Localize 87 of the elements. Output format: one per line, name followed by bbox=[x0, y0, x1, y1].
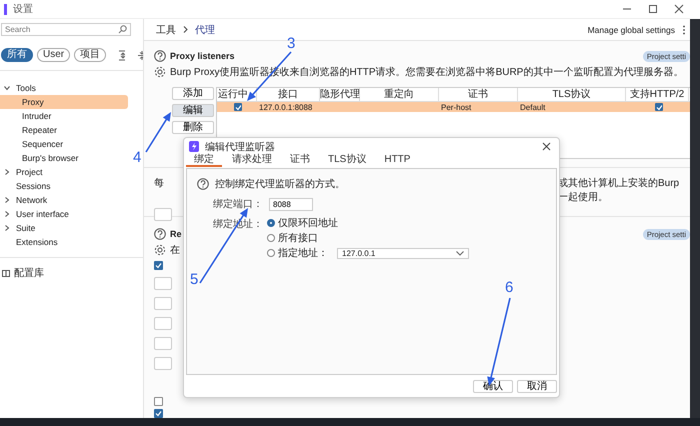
column-header[interactable]: 支持HTTP/2 bbox=[626, 88, 689, 101]
input-field[interactable] bbox=[154, 277, 172, 290]
tree-item[interactable]: Project bbox=[0, 165, 128, 179]
annotation-number: 4 bbox=[133, 150, 142, 165]
column-header[interactable]: 隐形代理 bbox=[320, 88, 360, 101]
annotation-number: 5 bbox=[190, 272, 198, 287]
settings-icon[interactable] bbox=[154, 66, 166, 78]
annotation-number: 3 bbox=[287, 36, 296, 51]
tree-item[interactable]: User interface bbox=[0, 207, 128, 221]
column-header[interactable]: TLS协议 bbox=[518, 88, 626, 101]
column-header[interactable]: 重定向 bbox=[360, 88, 439, 101]
help-icon[interactable] bbox=[197, 178, 209, 190]
input-field[interactable] bbox=[154, 297, 172, 310]
more-icon[interactable] bbox=[682, 24, 686, 34]
annotation-arrow bbox=[145, 112, 171, 152]
section-title: Re bbox=[170, 229, 182, 239]
checkbox[interactable] bbox=[154, 397, 163, 406]
tree-item[interactable]: Repeater bbox=[0, 123, 128, 137]
filter-pill[interactable]: 项目 bbox=[74, 48, 106, 62]
input-field[interactable] bbox=[154, 208, 172, 221]
tab[interactable]: HTTP bbox=[376, 155, 418, 167]
listener-button[interactable]: 编辑 bbox=[172, 104, 214, 117]
checkbox[interactable] bbox=[654, 103, 662, 111]
checkbox[interactable] bbox=[154, 261, 163, 270]
radio-button[interactable] bbox=[267, 219, 275, 227]
library-label[interactable]: 配置库 bbox=[14, 266, 44, 280]
tab[interactable]: 请求处理 bbox=[224, 155, 280, 167]
table-cell-text: Per-host bbox=[440, 102, 472, 112]
listener-button[interactable]: 添加 bbox=[172, 87, 214, 100]
input-field[interactable] bbox=[154, 357, 172, 370]
library-icon bbox=[2, 269, 10, 277]
close-icon[interactable] bbox=[674, 4, 684, 14]
listener-button[interactable]: 删除 bbox=[172, 121, 214, 134]
tree-item[interactable]: Network bbox=[0, 193, 128, 207]
section-description: 每 bbox=[154, 177, 164, 190]
help-icon[interactable] bbox=[154, 228, 166, 240]
address-dropdown[interactable]: 127.0.0.1 bbox=[337, 248, 469, 258]
window-title: 设置 bbox=[13, 2, 33, 16]
collapse-all-icon[interactable] bbox=[136, 50, 143, 60]
dialog-button[interactable]: 取消 bbox=[517, 380, 557, 392]
input-field[interactable] bbox=[154, 337, 172, 350]
settings-icon[interactable] bbox=[154, 244, 166, 256]
expand-all-icon[interactable] bbox=[118, 50, 125, 60]
radio-button[interactable] bbox=[267, 249, 275, 257]
chevron-icon bbox=[183, 26, 188, 33]
section-title: Proxy listeners bbox=[170, 51, 235, 61]
checkbox[interactable] bbox=[154, 409, 163, 418]
lightning-icon bbox=[189, 141, 199, 152]
tree-item[interactable]: Sequencer bbox=[0, 137, 128, 151]
search-icon bbox=[118, 25, 127, 34]
tree-item[interactable]: Tools bbox=[0, 81, 128, 95]
search-field[interactable]: Search bbox=[1, 23, 131, 36]
column-header[interactable]: 证书 bbox=[439, 88, 518, 101]
table-row[interactable]: 127.0.0.1:8088 Per-host Default bbox=[217, 102, 690, 112]
section-description: 在 bbox=[170, 244, 180, 257]
table-cell-text: Default bbox=[519, 102, 546, 112]
table-cell-text: 127.0.0.1:8088 bbox=[258, 102, 314, 112]
radio-label[interactable]: 所有接口 bbox=[278, 231, 318, 245]
column-header[interactable]: 接口 bbox=[257, 88, 320, 101]
port-field[interactable]: 8088 bbox=[269, 198, 313, 210]
tree-item[interactable]: Extensions bbox=[0, 235, 128, 249]
filter-pill[interactable]: User bbox=[37, 48, 70, 62]
tree-item[interactable]: Sessions bbox=[0, 179, 128, 193]
tree-item[interactable]: Burp's browser bbox=[0, 151, 128, 165]
annotation-number: 6 bbox=[505, 280, 514, 295]
tree-item[interactable]: Proxy bbox=[0, 95, 128, 109]
tab[interactable]: TLS协议 bbox=[320, 155, 374, 167]
tab[interactable]: 证书 bbox=[282, 155, 318, 167]
chevron-down-icon bbox=[456, 250, 464, 256]
tree-item[interactable]: Suite bbox=[0, 221, 128, 235]
radio-button[interactable] bbox=[267, 234, 275, 242]
breadcrumb-item: 代理 bbox=[195, 24, 215, 36]
filter-pill[interactable]: 所有 bbox=[1, 48, 33, 62]
dialog-title: 编辑代理监听器 bbox=[205, 140, 275, 154]
breadcrumb-item[interactable]: 工具 bbox=[156, 22, 176, 36]
radio-label[interactable]: 仅限环回地址 bbox=[278, 216, 338, 230]
help-text: 控制绑定代理监听器的方式。 bbox=[215, 178, 345, 191]
maximize-icon[interactable] bbox=[648, 4, 658, 14]
tree-item[interactable]: Intruder bbox=[0, 109, 128, 123]
checkbox[interactable] bbox=[234, 103, 242, 111]
radio-label[interactable]: 指定地址： bbox=[278, 246, 328, 260]
help-icon[interactable] bbox=[154, 50, 166, 62]
global-settings-link[interactable]: Manage global settings bbox=[588, 24, 675, 34]
input-field[interactable] bbox=[154, 317, 172, 330]
app-icon bbox=[4, 4, 7, 14]
field-label: 绑定端口： bbox=[213, 198, 263, 211]
close-icon[interactable] bbox=[542, 142, 551, 151]
